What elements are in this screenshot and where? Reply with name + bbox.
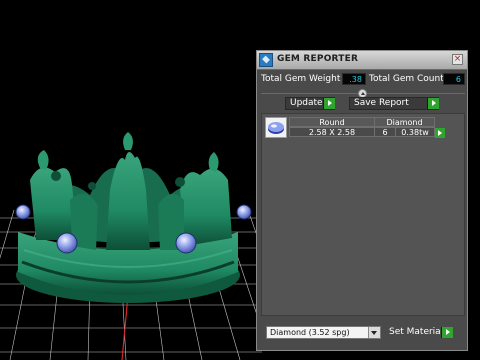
material-cell: Diamond xyxy=(374,117,435,127)
go-arrow-icon xyxy=(323,98,335,109)
size-cell: 2.58 X 2.58 xyxy=(289,127,375,137)
total-weight-label: Total Gem Weight xyxy=(261,74,341,84)
material-dropdown-value: Diamond (3.52 spg) xyxy=(270,328,350,337)
gem-stone xyxy=(56,232,78,254)
gem-list[interactable]: Round Diamond 2.58 X 2.58 6 0.38tw xyxy=(261,113,465,316)
gem-reporter-panel: GEM REPORTER × Total Gem Weight .38 Tota… xyxy=(256,50,468,351)
close-icon[interactable]: × xyxy=(452,54,463,65)
total-count-label: Total Gem Count xyxy=(369,74,444,84)
update-button[interactable]: Update xyxy=(285,97,335,110)
go-arrow-icon[interactable] xyxy=(435,128,445,138)
gem-stone xyxy=(236,204,252,220)
save-report-button[interactable]: Save Report xyxy=(349,97,439,110)
panel-title: GEM REPORTER xyxy=(277,54,359,64)
save-report-button-label: Save Report xyxy=(354,98,409,108)
material-dropdown[interactable]: Diamond (3.52 spg) xyxy=(266,326,381,339)
round-gem-icon xyxy=(265,117,287,138)
gem-stone xyxy=(15,204,31,220)
crown-model xyxy=(15,132,252,303)
shape-cell: Round xyxy=(289,117,375,127)
weight-cell: 0.38tw xyxy=(395,127,435,137)
app-icon xyxy=(259,53,273,67)
go-arrow-icon xyxy=(441,327,453,338)
dropdown-arrow-icon[interactable] xyxy=(368,327,380,338)
gem-row[interactable]: Round Diamond 2.58 X 2.58 6 0.38tw xyxy=(265,117,461,139)
title-bar[interactable]: GEM REPORTER × xyxy=(257,51,467,70)
go-arrow-icon xyxy=(427,98,439,109)
count-cell: 6 xyxy=(374,127,396,137)
stats-row: Total Gem Weight .38 Total Gem Count 6 xyxy=(261,73,465,86)
set-material-button[interactable]: Set Material xyxy=(385,326,463,339)
total-weight-value: .38 xyxy=(342,73,366,85)
update-button-label: Update xyxy=(290,98,323,108)
total-count-value: 6 xyxy=(443,73,465,85)
gem-stone xyxy=(175,232,197,254)
set-material-label: Set Material xyxy=(389,327,444,337)
